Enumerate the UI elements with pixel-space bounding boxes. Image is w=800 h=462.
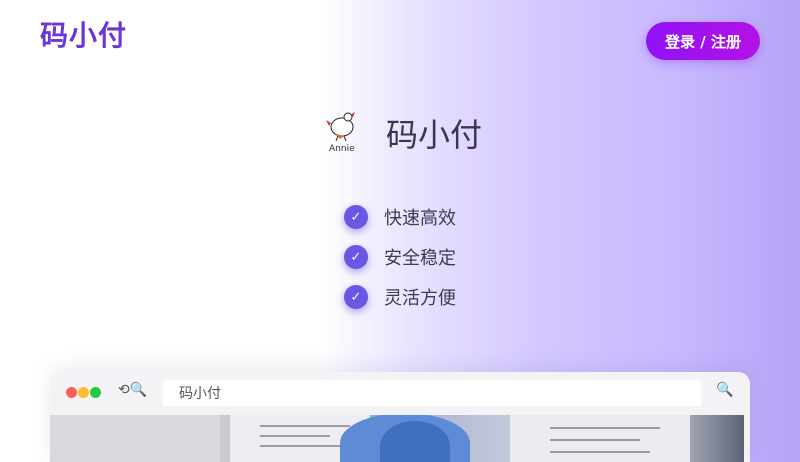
text-line-shape <box>260 425 350 427</box>
check-icon: ✓ <box>344 205 368 229</box>
preview-image <box>50 415 744 462</box>
feature-label: 快速高效 <box>384 208 456 229</box>
text-line-shape <box>550 439 640 441</box>
hero-title: 码小付 <box>386 116 483 154</box>
maximize-dot-icon[interactable] <box>90 387 101 398</box>
window-controls <box>66 387 102 398</box>
address-bar[interactable]: 码小付 <box>163 380 701 406</box>
reload-search-icons[interactable]: ⟲🔍 <box>118 382 147 398</box>
check-icon: ✓ <box>344 245 368 269</box>
close-dot-icon[interactable] <box>66 387 77 398</box>
feature-item: ✓ 灵活方便 <box>344 284 456 310</box>
text-line-shape <box>550 451 650 453</box>
check-icon: ✓ <box>344 285 368 309</box>
feature-item: ✓ 安全稳定 <box>344 244 456 270</box>
mascot-logo: Annie <box>322 106 366 156</box>
search-icon[interactable]: 🔍 <box>716 382 733 398</box>
minimize-dot-icon[interactable] <box>78 387 89 398</box>
feature-item: ✓ 快速高效 <box>344 204 456 230</box>
text-line-shape <box>260 435 330 437</box>
address-bar-text: 码小付 <box>179 386 221 402</box>
mascot-icon: Annie <box>326 112 355 154</box>
feature-label: 灵活方便 <box>384 288 456 309</box>
feature-label: 安全稳定 <box>384 248 456 269</box>
browser-mockup: ⟲🔍 码小付 🔍 <box>50 372 750 462</box>
brand-logo-text[interactable]: 码小付 <box>40 14 127 54</box>
login-register-button[interactable]: 登录 / 注册 <box>646 22 760 60</box>
text-line-shape <box>550 427 660 429</box>
paper-shape <box>50 415 220 462</box>
mascot-caption: Annie <box>329 144 355 154</box>
